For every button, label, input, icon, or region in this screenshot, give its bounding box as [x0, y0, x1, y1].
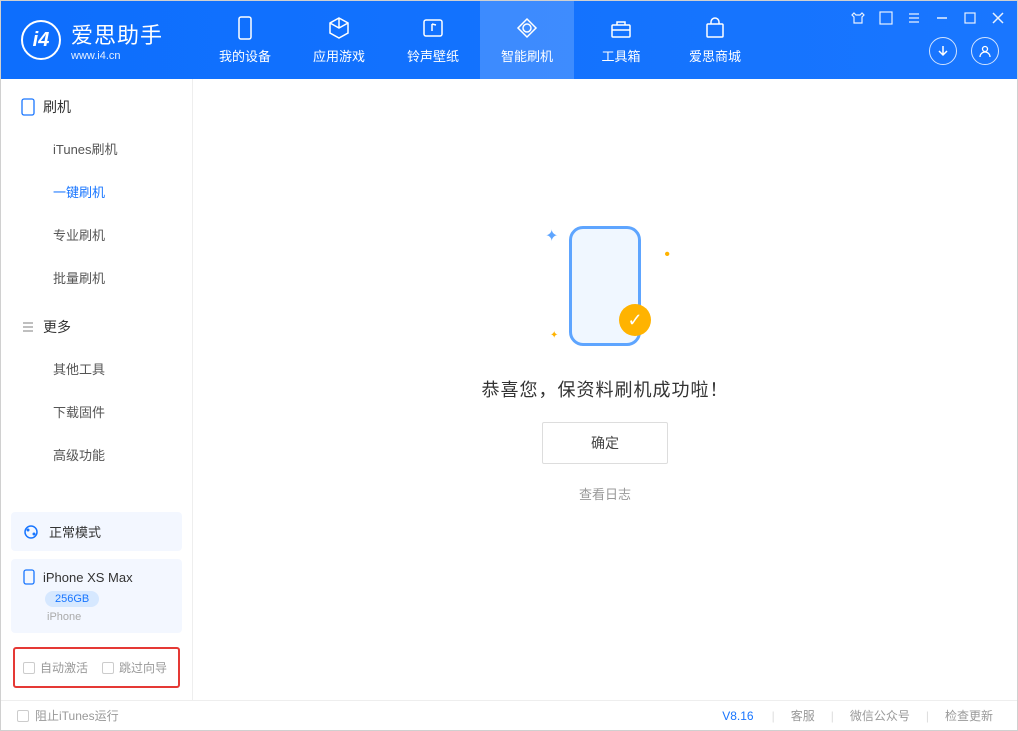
statusbar-right: V8.16 | 客服 | 微信公众号 | 检查更新	[722, 707, 1001, 724]
cube-icon	[327, 16, 351, 40]
nav-tab-apps[interactable]: 应用游戏	[292, 1, 386, 79]
separator: |	[831, 709, 834, 723]
sidebar-item-other[interactable]: 其他工具	[1, 347, 192, 390]
nav-tab-shop[interactable]: 爱思商城	[668, 1, 762, 79]
sidebar-item-batch[interactable]: 批量刷机	[1, 256, 192, 299]
sidebar-item-itunes[interactable]: iTunes刷机	[1, 127, 192, 170]
skin-icon[interactable]	[851, 11, 865, 25]
sidebar-section-more: 更多	[1, 299, 192, 347]
toolbox-icon	[609, 16, 633, 40]
device-name-row: iPhone XS Max	[23, 569, 170, 585]
app-subtitle: www.i4.cn	[71, 50, 163, 62]
mode-icon	[23, 524, 39, 540]
link-support[interactable]: 客服	[783, 707, 823, 724]
device-type: iPhone	[47, 611, 170, 623]
device-card[interactable]: iPhone XS Max 256GB iPhone	[11, 559, 182, 633]
nav-tab-ringtone[interactable]: 铃声壁纸	[386, 1, 480, 79]
app-title: 爱思助手	[71, 18, 163, 50]
statusbar: 阻止iTunes运行 V8.16 | 客服 | 微信公众号 | 检查更新	[1, 700, 1017, 730]
nav-tabs: 我的设备 应用游戏 铃声壁纸 智能刷机 工具箱 爱思商城	[198, 1, 762, 79]
shop-icon	[703, 16, 727, 40]
check-badge-icon: ✓	[619, 304, 651, 336]
nav-tab-device[interactable]: 我的设备	[198, 1, 292, 79]
sparkle-icon: •	[664, 246, 670, 264]
nav-label: 爱思商城	[689, 46, 741, 65]
device-icon	[23, 569, 35, 585]
minimize-icon[interactable]	[935, 11, 949, 25]
header-actions	[929, 37, 999, 65]
sidebar-items-more: 其他工具 下载固件 高级功能	[1, 347, 192, 476]
logo-text: 爱思助手 www.i4.cn	[71, 18, 163, 62]
sparkle-icon: ✦	[545, 226, 558, 246]
device-storage: 256GB	[45, 591, 99, 607]
link-wechat[interactable]: 微信公众号	[842, 707, 918, 724]
section-title: 更多	[43, 317, 71, 337]
sidebar: 刷机 iTunes刷机 一键刷机 专业刷机 批量刷机 更多 其他工具 下载固件 …	[1, 79, 193, 700]
checkbox-auto-activate[interactable]: 自动激活	[23, 659, 88, 676]
list-icon[interactable]	[907, 11, 921, 25]
ok-button[interactable]: 确定	[542, 422, 668, 464]
checkbox-block-itunes[interactable]: 阻止iTunes运行	[17, 707, 119, 724]
logo-area: i4 爱思助手 www.i4.cn	[1, 18, 183, 62]
nav-tab-flash[interactable]: 智能刷机	[480, 1, 574, 79]
nav-label: 铃声壁纸	[407, 46, 459, 65]
window-controls	[851, 11, 1005, 25]
sidebar-item-advanced[interactable]: 高级功能	[1, 433, 192, 476]
body: 刷机 iTunes刷机 一键刷机 专业刷机 批量刷机 更多 其他工具 下载固件 …	[1, 79, 1017, 700]
sparkle-icon: ✦	[550, 330, 558, 341]
list-icon	[21, 320, 35, 334]
sidebar-items-flash: iTunes刷机 一键刷机 专业刷机 批量刷机	[1, 127, 192, 299]
close-icon[interactable]	[991, 11, 1005, 25]
maximize-icon[interactable]	[963, 11, 977, 25]
separator: |	[772, 709, 775, 723]
nav-label: 我的设备	[219, 46, 271, 65]
refresh-icon	[515, 16, 539, 40]
checkbox-icon	[23, 662, 35, 674]
logo-icon: i4	[21, 20, 61, 60]
music-icon	[421, 16, 445, 40]
user-button[interactable]	[971, 37, 999, 65]
mode-label: 正常模式	[49, 522, 101, 541]
header: i4 爱思助手 www.i4.cn 我的设备 应用游戏 铃声壁纸 智能刷机 工具…	[1, 1, 1017, 79]
success-message: 恭喜您，保资料刷机成功啦！	[482, 376, 729, 402]
sidebar-item-pro[interactable]: 专业刷机	[1, 213, 192, 256]
sidebar-section-flash: 刷机	[1, 79, 192, 127]
nav-label: 工具箱	[602, 46, 641, 65]
separator: |	[926, 709, 929, 723]
phone-outline-icon	[21, 98, 35, 116]
sidebar-item-oneclick[interactable]: 一键刷机	[1, 170, 192, 213]
version-label: V8.16	[722, 709, 763, 723]
nav-tab-toolbox[interactable]: 工具箱	[574, 1, 668, 79]
nav-label: 智能刷机	[501, 46, 553, 65]
main-content: ✦ • ✦ ✓ 恭喜您，保资料刷机成功啦！ 确定 查看日志	[193, 79, 1017, 700]
download-button[interactable]	[929, 37, 957, 65]
checkbox-label: 阻止iTunes运行	[35, 707, 119, 724]
section-title: 刷机	[43, 97, 71, 117]
sidebar-bottom: 正常模式 iPhone XS Max 256GB iPhone 自动激活 跳过向…	[1, 502, 192, 700]
checkbox-row-highlighted: 自动激活 跳过向导	[13, 647, 180, 688]
link-update[interactable]: 检查更新	[937, 707, 1001, 724]
checkbox-icon	[102, 662, 114, 674]
nav-label: 应用游戏	[313, 46, 365, 65]
phone-icon	[233, 16, 257, 40]
checkbox-label: 自动激活	[40, 659, 88, 676]
checkbox-icon	[17, 710, 29, 722]
sidebar-item-firmware[interactable]: 下载固件	[1, 390, 192, 433]
view-log-link[interactable]: 查看日志	[579, 484, 631, 503]
success-illustration: ✦ • ✦ ✓	[525, 216, 685, 356]
menu-icon[interactable]	[879, 11, 893, 25]
checkbox-label: 跳过向导	[119, 659, 167, 676]
mode-card[interactable]: 正常模式	[11, 512, 182, 551]
device-name: iPhone XS Max	[43, 570, 133, 585]
checkbox-skip-guide[interactable]: 跳过向导	[102, 659, 167, 676]
